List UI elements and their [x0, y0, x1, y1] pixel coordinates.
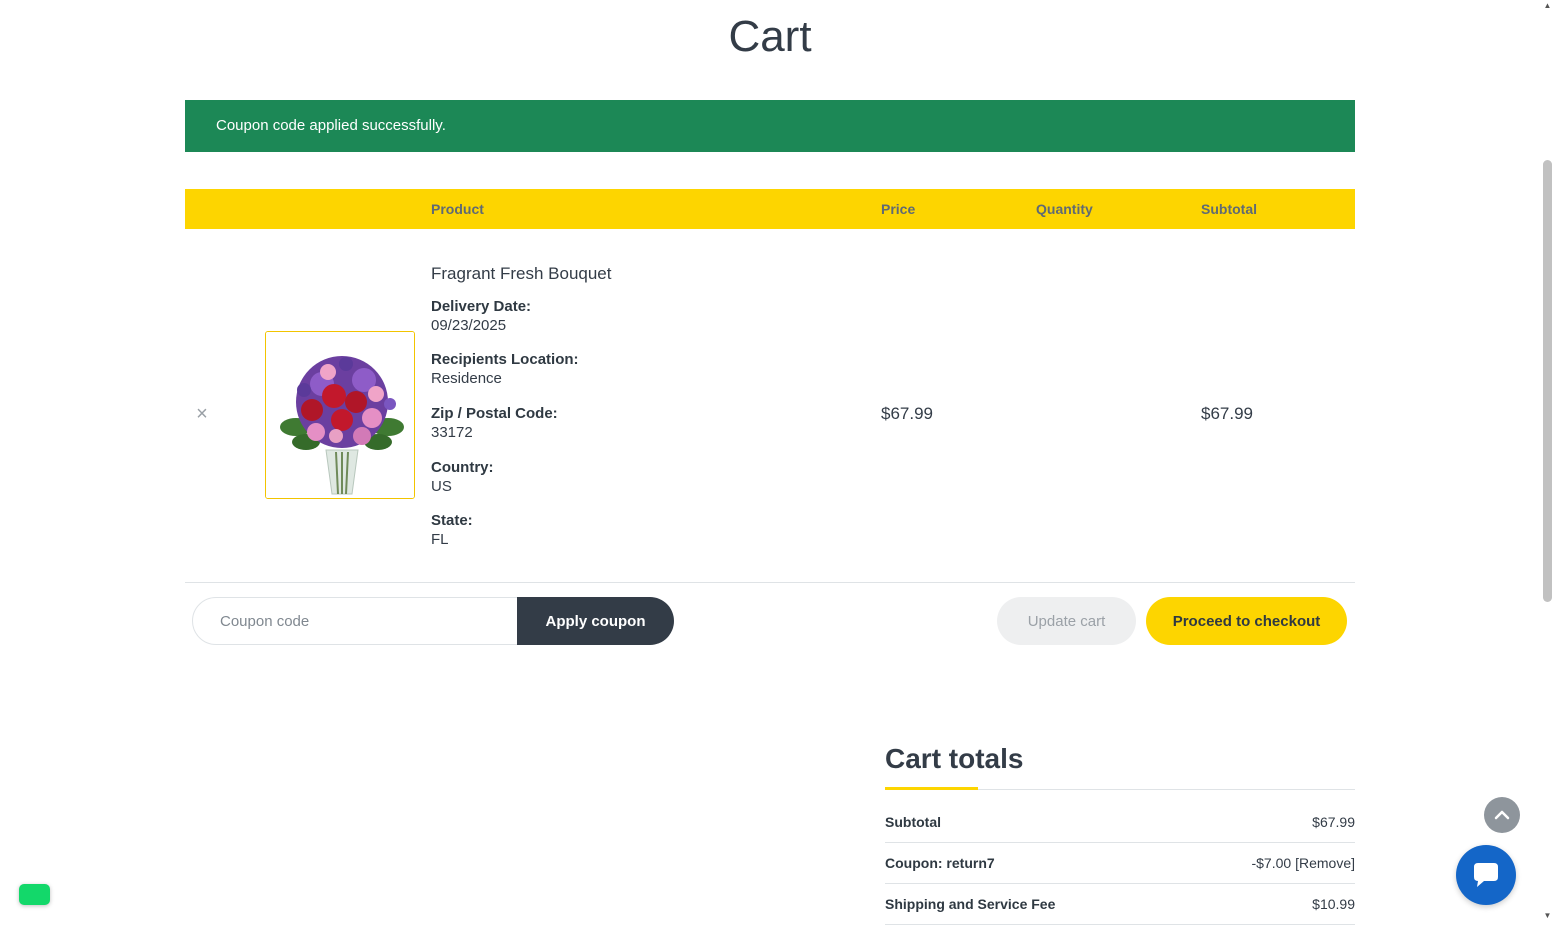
- item-subtotal: $67.99: [1201, 404, 1253, 423]
- notice-message: Coupon code applied successfully.: [216, 117, 446, 134]
- coupon-success-notice: Coupon code applied successfully.: [185, 100, 1355, 152]
- proceed-to-checkout-button[interactable]: Proceed to checkout: [1146, 597, 1347, 645]
- header-product: Product: [431, 201, 484, 217]
- page-title: Cart: [728, 12, 812, 61]
- totals-label: Shipping and Service Fee: [885, 896, 1056, 912]
- coupon-discount: -$7.00: [1251, 855, 1292, 871]
- header-subtotal: Subtotal: [1201, 201, 1257, 217]
- update-cart-button[interactable]: Update cart: [997, 597, 1136, 645]
- totals-label: Coupon: return7: [885, 855, 995, 871]
- product-name-link[interactable]: Fragrant Fresh Bouquet: [431, 264, 611, 284]
- back-to-top-button[interactable]: [1484, 797, 1520, 833]
- meta-value: 33172: [431, 424, 473, 441]
- zip-code-meta: Zip / Postal Code: 33172: [431, 404, 558, 442]
- country-meta: Country: US: [431, 458, 494, 496]
- meta-label: Zip / Postal Code:: [431, 405, 558, 422]
- cart-totals-title: Cart totals: [885, 743, 1024, 774]
- product-thumbnail[interactable]: [265, 331, 415, 499]
- item-price: $67.99: [881, 404, 933, 423]
- totals-value: $67.99: [1312, 814, 1355, 830]
- recipients-location-meta: Recipients Location: Residence: [431, 350, 579, 388]
- chevron-up-icon: [1494, 810, 1510, 820]
- meta-value: Residence: [431, 370, 502, 387]
- meta-value: US: [431, 478, 452, 495]
- meta-value: 09/23/2025: [431, 317, 507, 334]
- scroll-up-arrow-icon[interactable]: ▲: [1541, 0, 1554, 12]
- meta-label: Recipients Location:: [431, 351, 579, 368]
- chat-bubble-icon: [1474, 863, 1498, 887]
- totals-accent-bar: [885, 787, 978, 790]
- cart-table-header: Product Price Quantity Subtotal: [185, 189, 1355, 229]
- bouquet-image: [266, 332, 414, 498]
- state-meta: State: FL: [431, 511, 473, 549]
- row-divider: [185, 582, 1355, 583]
- remove-coupon-link[interactable]: [Remove]: [1295, 855, 1355, 871]
- apply-coupon-button[interactable]: Apply coupon: [517, 597, 674, 645]
- remove-item-close-icon[interactable]: ×: [193, 403, 211, 425]
- totals-value: -$7.00 [Remove]: [1251, 855, 1355, 871]
- delivery-date-meta: Delivery Date: 09/23/2025: [431, 297, 531, 335]
- scroll-down-arrow-icon[interactable]: ▼: [1541, 910, 1554, 922]
- meta-label: Country:: [431, 459, 494, 476]
- meta-value: FL: [431, 531, 449, 548]
- totals-row-shipping: Shipping and Service Fee $10.99: [885, 884, 1355, 925]
- floating-widget-button[interactable]: [19, 884, 50, 905]
- meta-label: Delivery Date:: [431, 298, 532, 315]
- header-quantity: Quantity: [1036, 201, 1093, 217]
- totals-label: Subtotal: [885, 814, 941, 830]
- scrollbar-thumb[interactable]: [1543, 160, 1552, 602]
- coupon-code-input[interactable]: [192, 597, 532, 645]
- totals-row-subtotal: Subtotal $67.99: [885, 802, 1355, 843]
- chat-button[interactable]: [1456, 845, 1516, 905]
- totals-value: $10.99: [1312, 896, 1355, 912]
- meta-label: State:: [431, 512, 473, 529]
- header-price: Price: [881, 201, 916, 217]
- totals-row-coupon: Coupon: return7 -$7.00 [Remove]: [885, 843, 1355, 884]
